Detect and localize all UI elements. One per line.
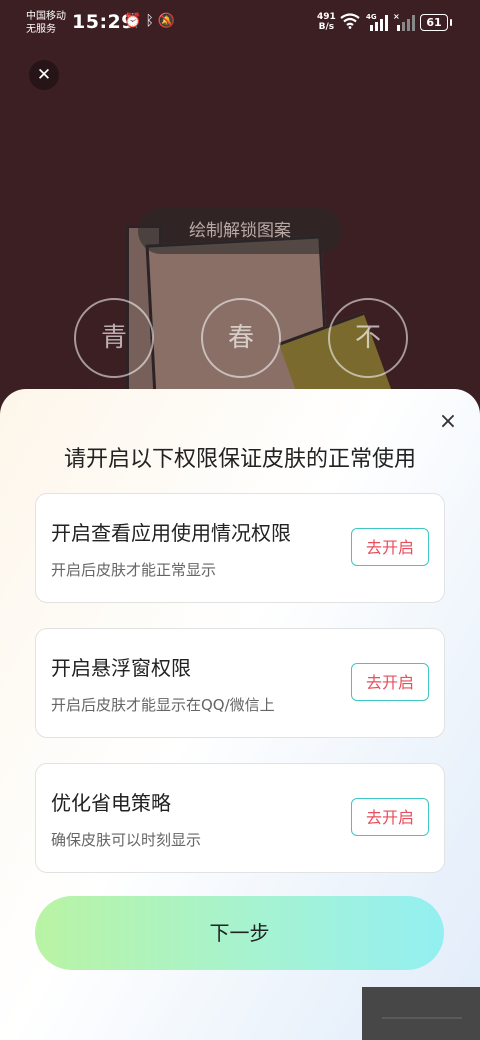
status-bar: 中国移动 无服务 15:29 ⏰ᛒ🔕 491 B/s 4G × 61 <box>0 0 480 44</box>
next-step-button[interactable]: 下一步 <box>35 896 444 970</box>
carrier-status: 无服务 <box>26 24 56 35</box>
permission-title: 优化省电策略 <box>51 791 171 815</box>
svg-text:4G: 4G <box>366 13 377 21</box>
signal-icon: × <box>393 12 415 31</box>
close-icon[interactable]: × <box>435 409 461 435</box>
signal-4g-icon: 4G <box>366 13 388 31</box>
enable-usage-button[interactable]: 去开启 <box>351 528 429 566</box>
enable-overlay-button[interactable]: 去开启 <box>351 663 429 701</box>
carrier-name: 中国移动 <box>26 11 66 22</box>
lock-circle-3[interactable]: 不 <box>328 298 408 378</box>
sheet-title: 请开启以下权限保证皮肤的正常使用 <box>63 447 416 472</box>
preview-close-button[interactable]: ✕ <box>29 60 59 90</box>
carrier-info: 中国移动 无服务 <box>26 10 66 36</box>
permission-card-battery: 优化省电策略 确保皮肤可以时刻显示 去开启 <box>35 763 445 873</box>
permission-title: 开启查看应用使用情况权限 <box>51 521 291 545</box>
permission-desc: 确保皮肤可以时刻显示 <box>51 831 202 849</box>
lock-circle-2[interactable]: 春 <box>201 298 281 378</box>
screen: 中国移动 无服务 15:29 ⏰ᛒ🔕 491 B/s 4G × 61 ✕ 绘制解… <box>0 0 480 1040</box>
net-speed-value: 491 <box>317 12 336 22</box>
permission-sheet: × 请开启以下权限保证皮肤的正常使用 开启查看应用使用情况权限 开启后皮肤才能正… <box>0 389 480 1040</box>
permission-desc: 开启后皮肤才能正常显示 <box>51 561 217 579</box>
svg-text:×: × <box>393 12 400 21</box>
mute-icon: 🔕 <box>157 13 180 29</box>
lock-circle-1[interactable]: 青 <box>74 298 154 378</box>
lock-pattern-hint: 绘制解锁图案 <box>138 208 342 254</box>
net-speed: 491 B/s <box>317 12 336 32</box>
permission-card-overlay: 开启悬浮窗权限 开启后皮肤才能显示在QQ/微信上 去开启 <box>35 628 445 738</box>
status-icons-left: ⏰ᛒ🔕 <box>124 13 179 29</box>
permission-title: 开启悬浮窗权限 <box>51 656 191 680</box>
wifi-icon <box>340 13 360 29</box>
net-speed-unit: B/s <box>318 22 335 32</box>
watermark-block <box>362 987 480 1040</box>
permission-desc: 开启后皮肤才能显示在QQ/微信上 <box>51 696 275 714</box>
alarm-icon: ⏰ <box>124 13 146 29</box>
enable-battery-button[interactable]: 去开启 <box>351 798 429 836</box>
bluetooth-icon: ᛒ <box>145 13 158 29</box>
permission-card-usage: 开启查看应用使用情况权限 开启后皮肤才能正常显示 去开启 <box>35 493 445 603</box>
battery-icon: 61 <box>420 14 452 31</box>
